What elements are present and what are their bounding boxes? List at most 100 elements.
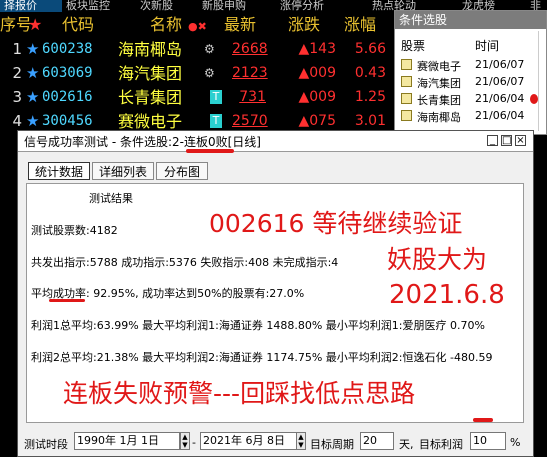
dialog-title: 信号成功率测试 - 条件选股:2-连板0败[日线]	[24, 135, 261, 149]
condition-panel-title: 条件选股	[395, 11, 546, 29]
stock-price: 2570	[232, 113, 268, 129]
condition-stock-name: 海南椰岛	[417, 111, 461, 124]
annotation-warning: 连板失败预警---回踩找低点思路	[63, 379, 416, 408]
label-target-profit: 目标利润	[419, 438, 463, 451]
condition-stock-date: 21/06/07	[475, 75, 525, 88]
stock-list-header: 序号 ★ 代码 名称 ●✖ 最新 涨跌 涨幅	[0, 14, 395, 36]
stock-price: 2123	[232, 65, 268, 81]
stock-icon	[401, 76, 412, 87]
top-tab-ipo-subscribe[interactable]: 新股申购	[202, 0, 264, 12]
stock-icon	[401, 59, 412, 70]
label-percent: %	[510, 436, 521, 449]
stock-row[interactable]: 3 ★ 002616 长青集团 T 731 ▲009 1.25	[0, 86, 395, 110]
red-underline-mark	[49, 299, 85, 302]
row-index: 2	[12, 64, 22, 82]
col-header-stock[interactable]: 股票	[401, 37, 425, 54]
result-line-profit2: 利润2总平均:21.38% 最大平均利润2:海通证券 1174.75% 最小平均…	[31, 351, 493, 364]
header-pct[interactable]: 涨幅	[344, 16, 376, 34]
end-date-spinner-icon[interactable]: ▲ ▼	[296, 432, 306, 450]
row-index: 1	[12, 40, 22, 58]
top-tab-limit-up-analysis[interactable]: 涨停分析	[280, 0, 342, 12]
header-flag-icon: ●✖	[188, 20, 207, 33]
top-tab-new-stocks[interactable]: 次新股	[140, 0, 190, 12]
favorite-star-icon[interactable]: ★	[26, 112, 39, 131]
tab-statistics[interactable]: 统计数据	[28, 162, 90, 180]
result-title: 测试结果	[89, 192, 133, 205]
favorite-star-icon[interactable]: ★	[26, 40, 39, 59]
dialog-titlebar[interactable]: 信号成功率测试 - 条件选股:2-连板0败[日线] _ □ ×	[18, 131, 533, 152]
stock-name: 长青集团	[118, 88, 183, 107]
stock-change: ▲009	[298, 89, 337, 105]
signal-test-dialog: 信号成功率测试 - 条件选股:2-连板0败[日线] _ □ × 统计数据 详细列…	[17, 130, 534, 457]
tab-distribution-chart[interactable]: 分布图	[156, 162, 208, 180]
stock-change: ▲009	[298, 65, 337, 81]
close-icon[interactable]: ×	[515, 135, 526, 146]
col-header-time[interactable]: 时间	[475, 37, 499, 54]
stock-code: 603069	[42, 65, 93, 81]
condition-list-item[interactable]: 海汽集团 21/06/07	[401, 74, 541, 91]
stock-pct: 3.01	[354, 113, 386, 129]
stock-icon	[401, 93, 412, 104]
stock-price: 731	[239, 89, 266, 105]
top-tab-sector-monitor[interactable]: 板块监控	[66, 0, 126, 12]
stock-name: 海南椰岛	[118, 40, 183, 59]
header-price[interactable]: 最新	[224, 16, 256, 34]
stock-price: 2668	[232, 41, 268, 57]
stock-pct: 0.43	[354, 65, 386, 81]
target-profit-input[interactable]: 10	[470, 432, 506, 450]
test-parameters-bar: 测试时段 1990年 1月 1日 ▲ ▼ - 2021年 6月 8日 ▲ ▼ 目标周…	[18, 428, 533, 456]
condition-stock-name: 长青集团	[417, 94, 461, 107]
red-underline-mark	[473, 418, 493, 422]
result-text-area[interactable]: 测试结果 测试股票数:4182 共发出指示:5788 成功指示:5376 失败指…	[26, 183, 524, 423]
stock-change: ▲075	[298, 113, 337, 129]
top-tab-quotes[interactable]: 择报价	[0, 0, 62, 12]
header-star-icon: ★	[28, 15, 43, 34]
tab-detail-list[interactable]: 详细列表	[92, 162, 154, 180]
annotation-date: 2021.6.8	[389, 280, 505, 310]
stock-code: 002616	[42, 89, 93, 105]
gear-marker-icon: ⚙	[204, 42, 215, 56]
annotation-demon-stock: 妖股大为	[387, 245, 488, 274]
condition-stock-date: 21/06/07	[475, 58, 525, 71]
stock-row[interactable]: 1 ★ 600238 海南椰岛 ⚙ 2668 ▲143 5.66	[0, 38, 395, 62]
t-flag-badge: T	[210, 90, 222, 104]
t-flag-badge: T	[210, 114, 222, 128]
label-target-period: 目标周期	[310, 438, 354, 451]
condition-stock-date: 21/06/04	[475, 92, 525, 105]
start-date-picker[interactable]: 1990年 1月 1日	[74, 432, 180, 450]
stock-icon	[401, 110, 412, 121]
stock-pct: 5.66	[354, 41, 386, 57]
stock-pct: 1.25	[354, 89, 386, 105]
favorite-star-icon[interactable]: ★	[26, 88, 39, 107]
date-range-dash: -	[192, 436, 196, 449]
maximize-icon[interactable]: □	[501, 135, 512, 146]
stock-code: 600238	[42, 41, 93, 57]
row-index: 4	[12, 112, 22, 130]
result-line-signals: 共发出指示:5788 成功指示:5376 失败指示:408 未完成指示:4	[31, 256, 339, 269]
minimize-icon[interactable]: _	[487, 135, 498, 146]
heart-mark-icon	[530, 94, 538, 104]
stock-change: ▲143	[298, 41, 337, 57]
target-days-input[interactable]: 20	[360, 432, 394, 450]
stock-row[interactable]: 2 ★ 603069 海汽集团 ⚙ 2123 ▲009 0.43	[0, 62, 395, 86]
annotation-waiting-verify: 002616 等待继续验证	[209, 209, 463, 238]
red-underline-mark	[186, 149, 234, 153]
result-line-stocks: 测试股票数:4182	[31, 224, 118, 237]
row-index: 3	[12, 88, 22, 106]
label-test-period: 测试时段	[24, 438, 68, 451]
condition-list-item[interactable]: 海南椰岛 21/06/04	[401, 108, 541, 125]
favorite-star-icon[interactable]: ★	[26, 64, 39, 83]
header-code[interactable]: 代码	[62, 16, 94, 34]
condition-list-item[interactable]: 长青集团 21/06/04	[401, 91, 541, 108]
start-date-spinner-icon[interactable]: ▲ ▼	[180, 432, 190, 450]
condition-stock-name: 赛微电子	[417, 60, 461, 73]
condition-stock-name: 海汽集团	[417, 77, 461, 90]
end-date-picker[interactable]: 2021年 6月 8日	[200, 432, 306, 450]
header-name[interactable]: 名称	[150, 16, 182, 34]
result-line-profit1: 利润1总平均:63.99% 最大平均利润1:海通证券 1488.80% 最小平均…	[31, 319, 485, 332]
stock-name: 海汽集团	[118, 64, 183, 83]
header-change[interactable]: 涨跌	[288, 16, 320, 34]
condition-list-item[interactable]: 赛微电子 21/06/07	[401, 57, 541, 74]
stock-name: 赛微电子	[118, 112, 183, 131]
stock-code: 300456	[42, 113, 93, 129]
